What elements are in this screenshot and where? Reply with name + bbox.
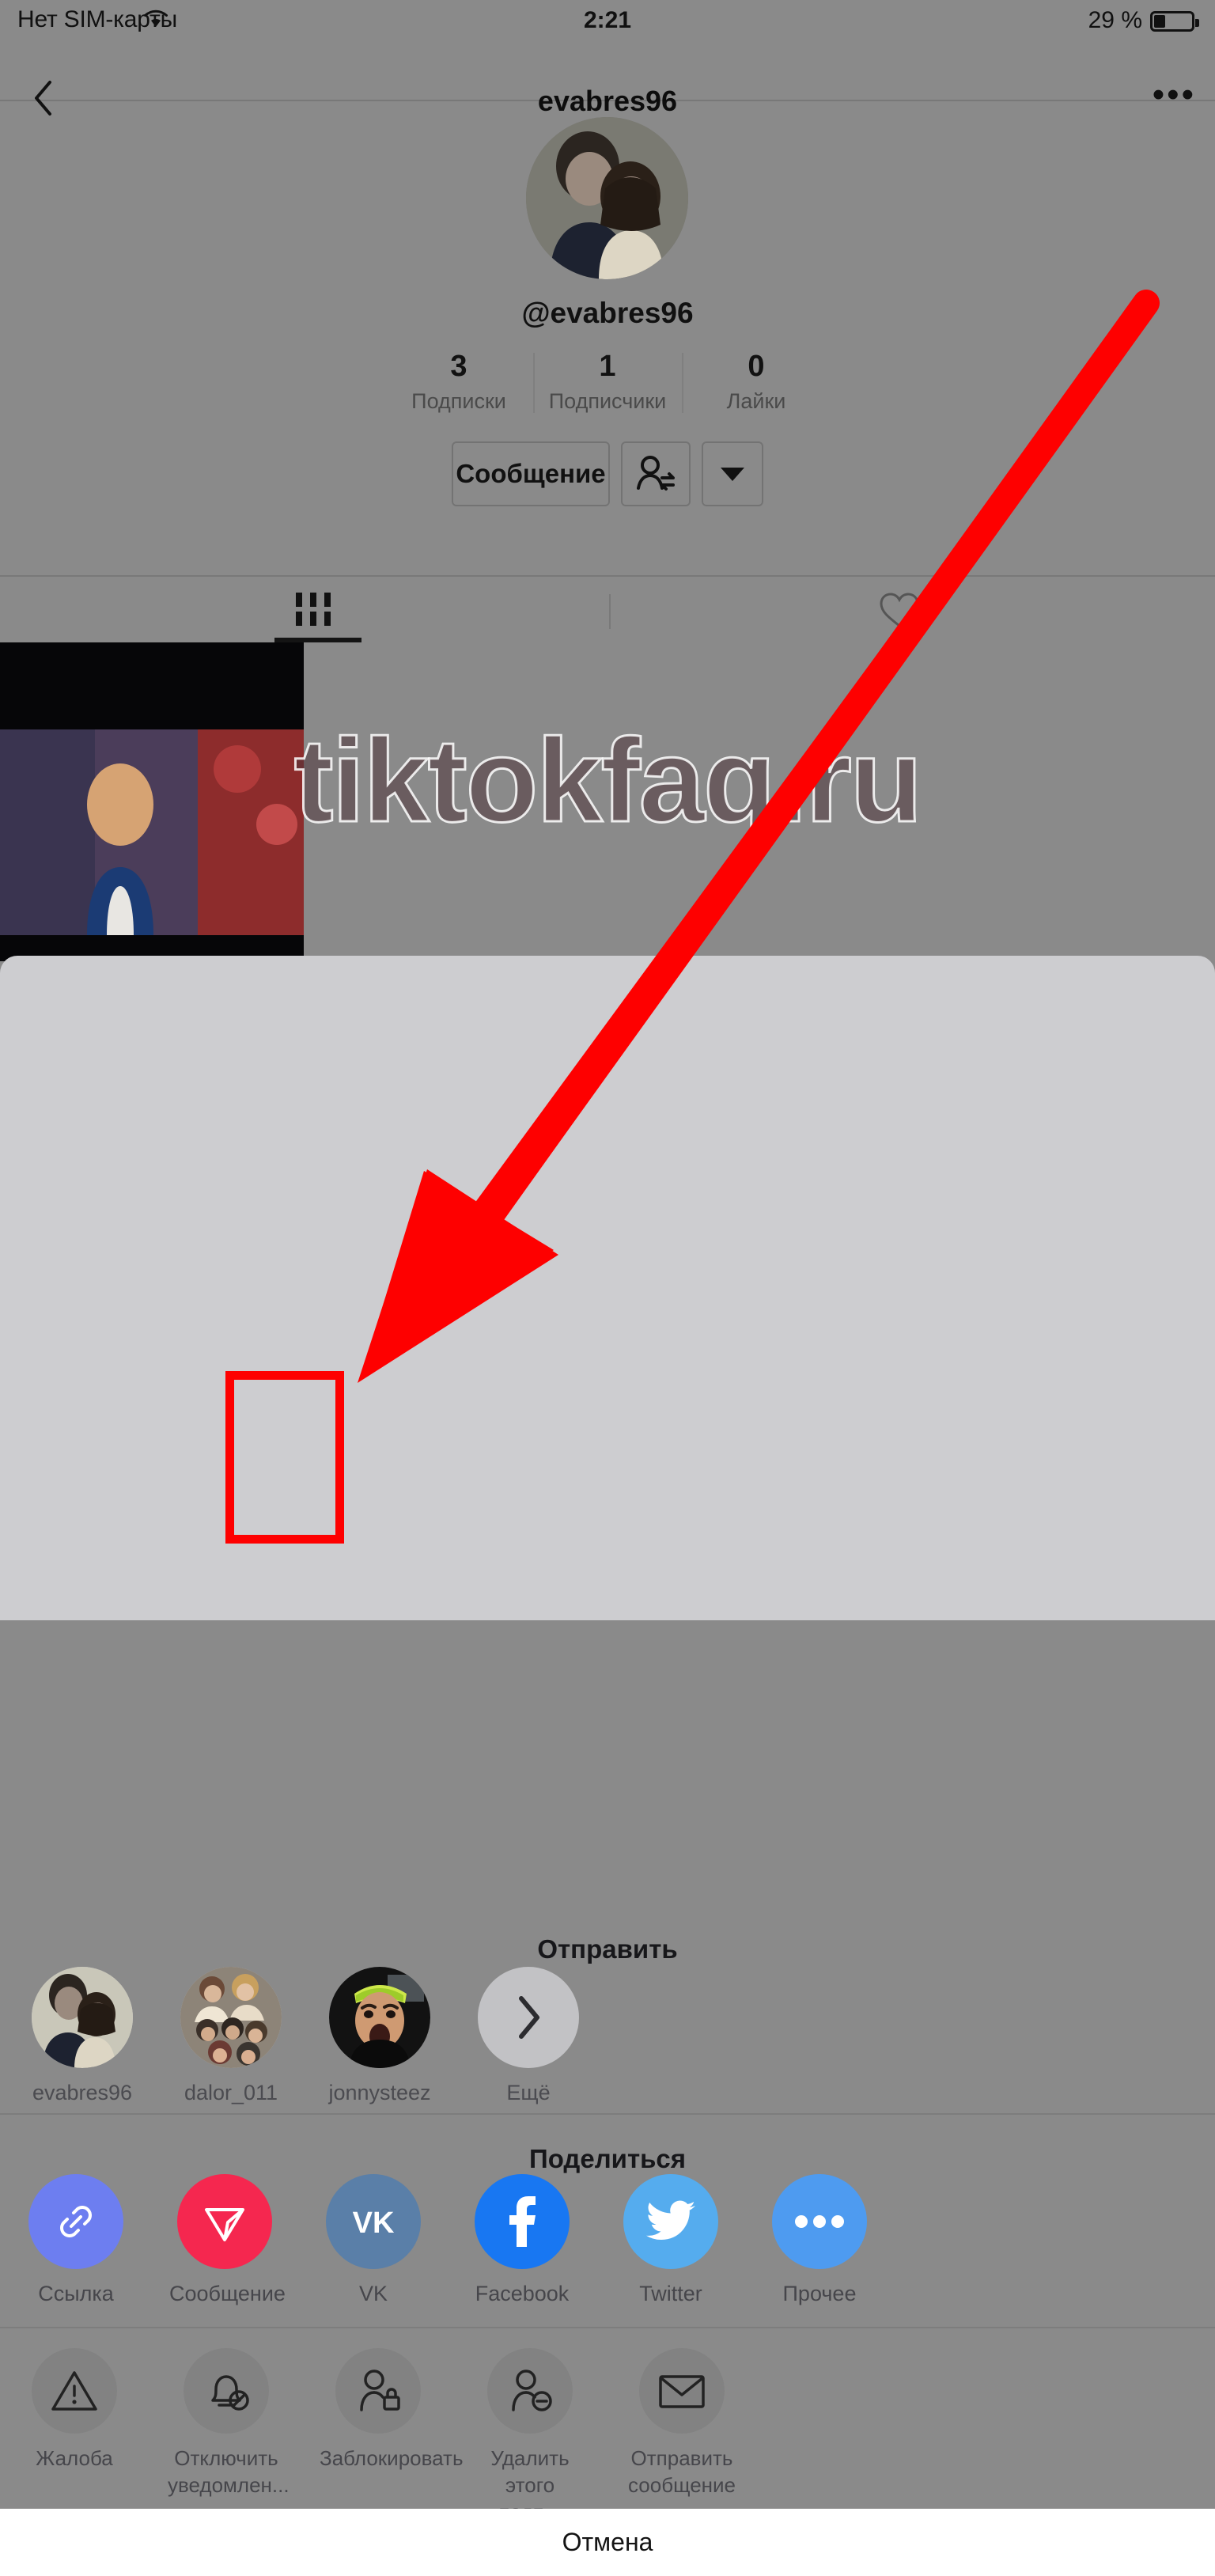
share-target-message[interactable]: Сообщение [169,2174,286,2306]
share-section-title: Поделиться [528,2144,687,2173]
send-contact-label: jonnysteez [328,2081,431,2104]
chevron-down-icon[interactable] [702,441,763,506]
send-contact-label: evabres96 [32,2081,133,2104]
stat-value: 0 [748,350,765,383]
action-send-message[interactable]: Отправить сообщение [623,2348,740,2525]
stat-label: Подписки [411,389,506,413]
share-target-label: Ссылка [38,2282,114,2305]
chevron-right-icon [478,1967,579,2068]
profile-avatar[interactable] [526,117,688,279]
profile-action-row: Сообщение [0,441,1215,506]
sheet-divider [0,2327,1215,2328]
cancel-label: Отмена [562,2528,653,2556]
action-label: Отключить уведомлен... [168,2446,290,2497]
nav-bar: evabres96 ••• [0,40,1215,117]
share-target-label: Facebook [475,2282,570,2305]
send-contact-jonnysteez[interactable]: jonnysteez [324,1967,435,2105]
link-icon [28,2174,123,2269]
stat-value: 3 [450,350,467,383]
avatar [32,1967,133,2068]
person-minus-icon [487,2348,573,2434]
share-target-facebook[interactable]: Facebook [467,2174,577,2306]
ellipsis-icon[interactable]: ••• [1153,78,1196,112]
share-sheet: Отправить evabres96 dalor_011 jonnysteez… [0,956,1215,2576]
action-block-user[interactable]: Заблокировать [320,2348,464,2525]
action-mute-notifications[interactable]: Отключить уведомлен... [168,2348,290,2525]
avatar [329,1967,430,2068]
video-thumbnail[interactable] [0,642,304,961]
bell-off-icon [184,2348,269,2434]
vk-icon: VK [326,2174,421,2269]
ellipsis-icon [772,2174,867,2269]
battery-percent-label: 29 % [1088,7,1142,33]
share-targets-row: Ссылка Сообщение VK VK Facebook Twitter [21,2174,875,2306]
send-to-row: evabres96 dalor_011 jonnysteez Ещё [27,1967,584,2105]
envelope-icon [639,2348,725,2434]
action-remove-follower[interactable]: Удалить этого подп... [471,2348,589,2525]
avatar [180,1967,282,2068]
tab-liked[interactable] [878,591,921,633]
moderation-actions-row: Жалоба Отключить уведомлен... Заблокиров… [16,2348,740,2525]
profile-screen: Нет SIM-карты 2:21 29 % evabres96 ••• @e… [0,0,1215,961]
action-label: Жалоба [36,2446,113,2470]
profile-stats: 3 Подписки 1 Подписчики 0 Лайки [0,348,1215,414]
action-label: Отправить сообщение [627,2446,736,2497]
share-target-label: Twitter [639,2282,702,2305]
share-target-twitter[interactable]: Twitter [615,2174,726,2306]
stat-label: Лайки [726,389,786,413]
action-label: Заблокировать [320,2446,464,2470]
stat-following[interactable]: 3 Подписки [384,348,533,414]
send-contact-dalor011[interactable]: dalor_011 [176,1967,286,2105]
share-target-link[interactable]: Ссылка [21,2174,131,2306]
battery-icon [1150,11,1199,32]
share-target-label: Прочее [782,2282,857,2305]
stat-followers[interactable]: 1 Подписчики [533,348,682,414]
send-more-label: Ещё [506,2081,551,2104]
svg-text:VK: VK [353,2207,395,2240]
send-contact-label: dalor_011 [184,2081,278,2104]
share-target-vk[interactable]: VK VK [318,2174,429,2306]
tab-separator [609,594,611,629]
page-title: evabres96 [537,85,678,117]
video-grid [0,642,1215,961]
stat-likes[interactable]: 0 Лайки [682,348,831,414]
action-report[interactable]: Жалоба [16,2348,133,2525]
clock-label: 2:21 [583,7,632,33]
share-target-other[interactable]: Прочее [764,2174,875,2306]
share-target-label: Сообщение [169,2282,286,2305]
status-bar: Нет SIM-карты 2:21 29 % [0,0,1215,40]
sheet-divider [0,2113,1215,2115]
cancel-button[interactable]: Отмена [0,2509,1215,2576]
warning-triangle-icon [32,2348,117,2434]
profile-tab-strip [0,575,1215,642]
profile-handle: @evabres96 [521,297,694,329]
send-more-button[interactable]: Ещё [473,1967,584,2105]
stat-value: 1 [599,350,616,383]
tab-grid[interactable] [294,591,339,629]
stat-label: Подписчики [548,389,667,413]
send-contact-evabres96[interactable]: evabres96 [27,1967,138,2105]
share-target-label: VK [358,2282,388,2305]
person-lock-icon [335,2348,421,2434]
send-section-title: Отправить [537,1934,678,1964]
message-button[interactable]: Сообщение [452,441,610,506]
telegram-send-icon [177,2174,272,2269]
twitter-icon [623,2174,718,2269]
facebook-icon [475,2174,570,2269]
person-swap-icon[interactable] [621,441,691,506]
nav-divider [0,100,1215,101]
